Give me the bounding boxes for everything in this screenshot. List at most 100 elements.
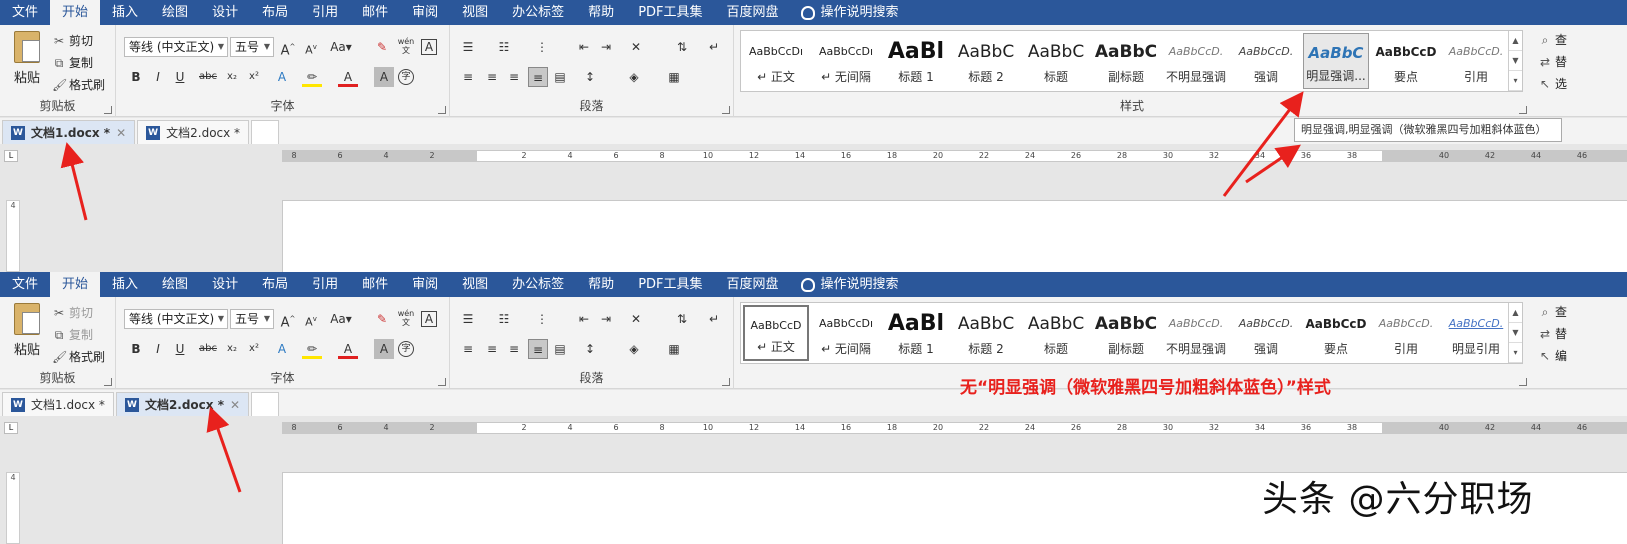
- shading-icon[interactable]: ◈: [624, 67, 644, 87]
- enclose-char-icon[interactable]: 字: [398, 69, 414, 85]
- show-marks-icon[interactable]: ↵: [704, 37, 724, 57]
- phonetic-guide-icon[interactable]: wén 文: [396, 309, 416, 329]
- grow-font-button[interactable]: A^: [278, 37, 298, 58]
- document-tab[interactable]: W 文档2.docx *: [137, 120, 250, 144]
- enclose-char-icon[interactable]: 字: [398, 341, 414, 357]
- find-button[interactable]: ⌕ 查: [1538, 303, 1567, 320]
- chinese-layout-icon[interactable]: ✕: [626, 37, 646, 57]
- underline-button[interactable]: U: [170, 67, 190, 87]
- paste-button[interactable]: 粘贴: [14, 339, 40, 358]
- font-launcher[interactable]: [438, 106, 446, 114]
- style-item[interactable]: AaBbCcD. 不明显强调: [1163, 305, 1229, 361]
- superscript-button[interactable]: x²: [244, 67, 264, 87]
- scroll-up-icon[interactable]: ▲: [1509, 31, 1522, 51]
- show-marks-icon[interactable]: ↵: [704, 309, 724, 329]
- change-case-button[interactable]: Aa▾: [328, 37, 354, 57]
- more-styles-icon[interactable]: ▾: [1509, 71, 1522, 91]
- char-shading-icon[interactable]: A: [374, 67, 394, 87]
- document-page[interactable]: [282, 200, 1627, 272]
- menu-item[interactable]: 布局: [250, 272, 300, 297]
- replace-button[interactable]: ⇄ 替: [1538, 53, 1567, 70]
- decrease-indent-icon[interactable]: ⇤: [574, 37, 594, 57]
- align-right-icon[interactable]: ≡: [504, 67, 524, 87]
- font-color-icon[interactable]: A: [338, 67, 358, 87]
- menu-item[interactable]: 邮件: [350, 0, 400, 25]
- menu-item[interactable]: 开始: [50, 272, 101, 297]
- clear-format-icon[interactable]: ✎: [372, 37, 392, 57]
- bullets-icon[interactable]: ☰: [458, 309, 478, 329]
- cut-button[interactable]: ✂ 剪切: [52, 32, 93, 49]
- phonetic-guide-icon[interactable]: wén 文: [396, 37, 416, 57]
- font-color-icon[interactable]: A: [338, 339, 358, 359]
- cut-button[interactable]: ✂ 剪切: [52, 304, 93, 321]
- scroll-up-icon[interactable]: ▲: [1509, 303, 1522, 323]
- new-tab-button[interactable]: [251, 392, 280, 416]
- font-launcher[interactable]: [438, 378, 446, 386]
- shading-icon[interactable]: ◈: [624, 339, 644, 359]
- style-item[interactable]: AaBl 标题 1: [883, 33, 949, 89]
- highlight-icon[interactable]: ✏: [302, 339, 322, 359]
- style-item[interactable]: AaBbC 标题 2: [953, 305, 1019, 361]
- change-case-button[interactable]: Aa▾: [328, 309, 354, 329]
- char-border-icon[interactable]: A: [421, 311, 437, 327]
- horizontal-ruler[interactable]: 8 6 4 2 2 4 6 8 10 12 14 16 18 20 22 24 26 28 30 32 34 36 38 40…: [282, 422, 1627, 434]
- menu-item[interactable]: 设计: [200, 272, 250, 297]
- clear-format-icon[interactable]: ✎: [372, 309, 392, 329]
- menu-item[interactable]: 审阅: [400, 272, 450, 297]
- format-painter-button[interactable]: 🖌 格式刷: [52, 348, 105, 365]
- clipboard-launcher[interactable]: [104, 378, 112, 386]
- close-icon[interactable]: ✕: [116, 126, 126, 140]
- increase-indent-icon[interactable]: ⇥: [596, 309, 616, 329]
- font-size-select[interactable]: 五号 ▼: [230, 37, 274, 57]
- close-icon[interactable]: ✕: [230, 398, 240, 412]
- style-item[interactable]: AaBbCcD ↵ 正文: [743, 305, 809, 361]
- tab-stop-selector[interactable]: L: [4, 150, 18, 162]
- document-tab[interactable]: W 文档2.docx * ✕: [115, 392, 250, 416]
- menu-item[interactable]: 开始: [50, 0, 101, 25]
- char-border-icon[interactable]: A: [421, 39, 437, 55]
- paste-icon[interactable]: [14, 303, 40, 335]
- numbering-icon[interactable]: ☷: [494, 309, 514, 329]
- sort-icon[interactable]: ⇅: [672, 309, 692, 329]
- superscript-button[interactable]: x²: [244, 339, 264, 359]
- scroll-down-icon[interactable]: ▼: [1509, 51, 1522, 71]
- select-button[interactable]: ↖ 编: [1538, 347, 1567, 364]
- style-item[interactable]: AaBbCcDı ↵ 无间隔: [813, 305, 879, 361]
- grow-font-button[interactable]: A^: [278, 309, 298, 330]
- tab-stop-selector[interactable]: L: [4, 422, 18, 434]
- numbering-icon[interactable]: ☷: [494, 37, 514, 57]
- menu-item[interactable]: 设计: [200, 0, 250, 25]
- style-item[interactable]: AaBbCcD. 强调: [1233, 33, 1299, 89]
- paragraph-launcher[interactable]: [722, 378, 730, 386]
- menu-item[interactable]: 邮件: [350, 272, 400, 297]
- gallery-scroll[interactable]: ▲ ▼ ▾: [1508, 31, 1522, 91]
- style-item[interactable]: AaBbCcD 要点: [1303, 305, 1369, 361]
- style-item[interactable]: AaBbC 副标题: [1093, 305, 1159, 361]
- font-name-select[interactable]: 等线 (中文正文) ▼: [124, 309, 228, 329]
- style-item[interactable]: AaBbCcD. 引用: [1373, 305, 1439, 361]
- align-center-icon[interactable]: ≡: [482, 339, 502, 359]
- menu-item[interactable]: 文件: [0, 0, 50, 25]
- align-left-icon[interactable]: ≡: [458, 339, 478, 359]
- clipboard-launcher[interactable]: [104, 106, 112, 114]
- document-tab[interactable]: W 文档1.docx *: [2, 392, 114, 416]
- subscript-button[interactable]: x₂: [222, 339, 242, 359]
- style-item[interactable]: AaBl 标题 1: [883, 305, 949, 361]
- bold-button[interactable]: B: [126, 339, 146, 359]
- bold-button[interactable]: B: [126, 67, 146, 87]
- line-spacing-icon[interactable]: ↕: [580, 67, 600, 87]
- menu-item[interactable]: 绘图: [150, 0, 200, 25]
- multilevel-list-icon[interactable]: ⋮: [532, 309, 552, 329]
- shrink-font-button[interactable]: Av: [301, 309, 321, 329]
- italic-button[interactable]: I: [148, 339, 168, 359]
- menu-item[interactable]: 帮助: [576, 272, 626, 297]
- menu-item[interactable]: 视图: [450, 0, 500, 25]
- replace-button[interactable]: ⇄ 替: [1538, 325, 1567, 342]
- text-effects-icon[interactable]: A: [272, 67, 292, 87]
- style-item[interactable]: AaBbC 标题 2: [953, 33, 1019, 89]
- distributed-icon[interactable]: ▤: [550, 67, 570, 87]
- menu-item[interactable]: 引用: [300, 0, 350, 25]
- menu-item[interactable]: PDF工具集: [626, 0, 714, 25]
- justify-icon[interactable]: ≡: [528, 67, 548, 87]
- menu-item[interactable]: 插入: [100, 272, 150, 297]
